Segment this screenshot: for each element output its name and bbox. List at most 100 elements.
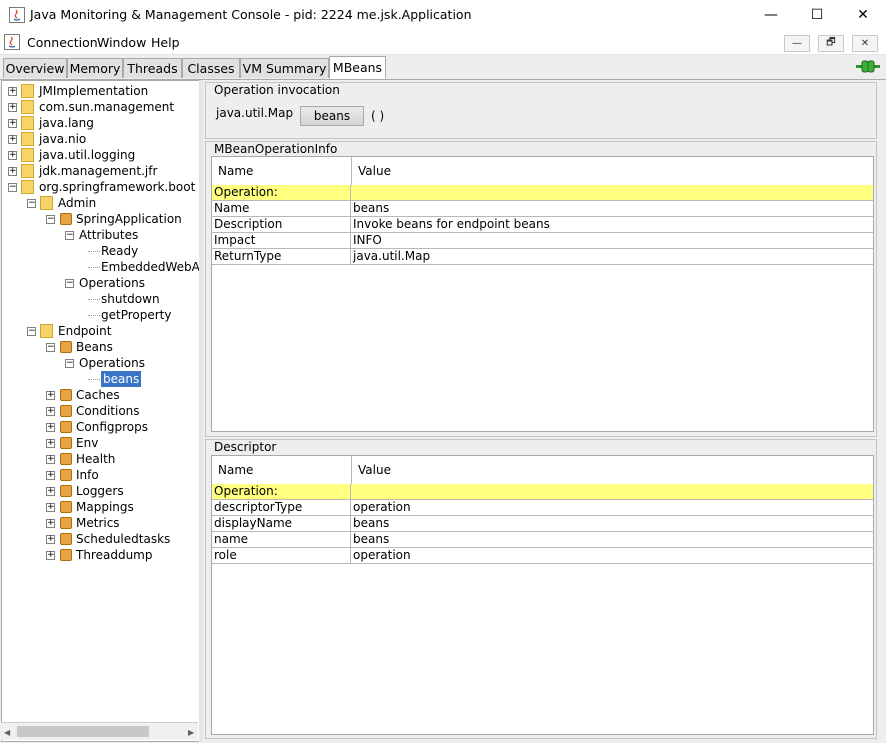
tree-node[interactable]: + Conditions — [2, 403, 199, 419]
table-row[interactable]: Description Invoke beans for endpoint bea… — [212, 217, 873, 233]
cell-value[interactable]: operation — [351, 548, 873, 564]
tree-node[interactable]: + java.nio — [2, 131, 199, 147]
cell-value[interactable] — [351, 185, 873, 201]
tree-node[interactable]: + Configprops — [2, 419, 199, 435]
maximize-button[interactable]: ☐ — [794, 0, 840, 30]
tree-node-label[interactable]: jdk.management.jfr — [39, 163, 157, 179]
tree-node-label[interactable]: Configprops — [76, 419, 148, 435]
tree-node-label[interactable]: Metrics — [76, 515, 120, 531]
tree-node-label[interactable]: getProperty — [101, 307, 171, 323]
cell-value[interactable]: beans — [351, 532, 873, 548]
tree-node-label[interactable]: Loggers — [76, 483, 124, 499]
tree-node[interactable]: + Loggers — [2, 483, 199, 499]
tree-node[interactable]: beans — [2, 371, 199, 387]
tree-node[interactable]: − org.springframework.boot — [2, 179, 199, 195]
table-row[interactable]: ReturnType java.util.Map — [212, 249, 873, 265]
mbean-operation-info-table[interactable]: Name Value Operation: Name beans Descriptio… — [211, 156, 874, 432]
expand-icon[interactable]: + — [8, 87, 17, 96]
expand-icon[interactable]: + — [46, 471, 55, 480]
tree-node[interactable]: shutdown — [2, 291, 199, 307]
tree-node[interactable]: getProperty — [2, 307, 199, 323]
collapse-icon[interactable]: − — [8, 183, 17, 192]
table-row[interactable]: role operation — [212, 548, 873, 564]
tree-node[interactable]: − Operations — [2, 355, 199, 371]
tree-node[interactable]: + com.sun.management — [2, 99, 199, 115]
tree-node[interactable]: + Info — [2, 467, 199, 483]
cell-value[interactable]: INFO — [351, 233, 873, 249]
column-header-value[interactable]: Value — [358, 164, 391, 178]
expand-icon[interactable]: + — [46, 439, 55, 448]
cell-name[interactable]: role — [212, 548, 351, 564]
tree-node-label[interactable]: Threaddump — [76, 547, 153, 563]
tree-node-label[interactable]: Attributes — [79, 227, 138, 243]
menu-help[interactable]: Help — [151, 35, 180, 50]
expand-icon[interactable]: + — [8, 151, 17, 160]
column-header-name[interactable]: Name — [218, 164, 253, 178]
tree-node-label[interactable]: java.lang — [39, 115, 94, 131]
menu-connection[interactable]: Connection — [27, 35, 98, 50]
tree-node-label[interactable]: Admin — [58, 195, 96, 211]
tree-node-label[interactable]: Health — [76, 451, 115, 467]
tree-node[interactable]: + jdk.management.jfr — [2, 163, 199, 179]
cell-name[interactable]: Operation: — [212, 484, 351, 500]
expand-icon[interactable]: + — [46, 407, 55, 416]
collapse-icon[interactable]: − — [27, 327, 36, 336]
cell-value[interactable]: beans — [351, 201, 873, 217]
tree-node-label[interactable]: com.sun.management — [39, 99, 174, 115]
scroll-right-icon[interactable]: ▶ — [188, 728, 194, 737]
table-row[interactable]: Operation: — [212, 185, 873, 201]
cell-value[interactable]: beans — [351, 516, 873, 532]
cell-value[interactable]: operation — [351, 500, 873, 516]
tree-node-label[interactable]: Env — [76, 435, 98, 451]
cell-name[interactable]: name — [212, 532, 351, 548]
tree-node-label[interactable]: Operations — [79, 355, 145, 371]
expand-icon[interactable]: + — [46, 391, 55, 400]
table-row[interactable]: Operation: — [212, 484, 873, 500]
cell-name[interactable]: Name — [212, 201, 351, 217]
invoke-beans-button[interactable]: beans — [300, 106, 364, 126]
collapse-icon[interactable]: − — [65, 231, 74, 240]
tree-node-label[interactable]: JMImplementation — [39, 83, 148, 99]
expand-icon[interactable]: + — [46, 519, 55, 528]
tree-node[interactable]: + Scheduledtasks — [2, 531, 199, 547]
cell-value[interactable] — [351, 484, 873, 500]
descriptor-table[interactable]: Name Value Operation: descriptorType opera… — [211, 455, 874, 735]
table-row[interactable]: displayName beans — [212, 516, 873, 532]
scrollbar-thumb[interactable] — [17, 726, 149, 737]
tab-classes[interactable]: Classes — [182, 58, 240, 78]
expand-icon[interactable]: + — [46, 487, 55, 496]
tab-vm-summary[interactable]: VM Summary — [240, 58, 329, 78]
internal-restore-button[interactable]: 🗗 — [818, 35, 844, 52]
tree-node-label[interactable]: EmbeddedWebAp — [101, 259, 199, 275]
tree-node-label[interactable]: Beans — [76, 339, 113, 355]
expand-icon[interactable]: + — [8, 103, 17, 112]
tree-node[interactable]: + Health — [2, 451, 199, 467]
cell-name[interactable]: Impact — [212, 233, 351, 249]
cell-value[interactable]: java.util.Map — [351, 249, 873, 265]
menu-window[interactable]: Window — [97, 35, 146, 50]
java-document-icon[interactable] — [4, 34, 20, 50]
scroll-left-icon[interactable]: ◀ — [4, 728, 10, 737]
tree-node[interactable]: + Mappings — [2, 499, 199, 515]
cell-name[interactable]: ReturnType — [212, 249, 351, 265]
tree-node-label[interactable]: java.util.logging — [39, 147, 135, 163]
pane-splitter[interactable] — [199, 80, 203, 742]
table-row[interactable]: name beans — [212, 532, 873, 548]
column-header-value[interactable]: Value — [358, 463, 391, 477]
expand-icon[interactable]: + — [8, 119, 17, 128]
tree-node-label[interactable]: org.springframework.boot — [39, 179, 195, 195]
expand-icon[interactable]: + — [46, 455, 55, 464]
table-row[interactable]: Impact INFO — [212, 233, 873, 249]
table-row[interactable]: Name beans — [212, 201, 873, 217]
tree-node-label[interactable]: SpringApplication — [76, 211, 182, 227]
tree-node[interactable]: + java.util.logging — [2, 147, 199, 163]
expand-icon[interactable]: + — [46, 503, 55, 512]
tab-overview[interactable]: Overview — [3, 58, 67, 78]
cell-name[interactable]: Description — [212, 217, 351, 233]
tree-node-label[interactable]: Scheduledtasks — [76, 531, 170, 547]
collapse-icon[interactable]: − — [65, 279, 74, 288]
minimize-button[interactable]: — — [748, 0, 794, 30]
tree-node-label[interactable]: beans — [101, 371, 142, 387]
tree-node-label[interactable]: Operations — [79, 275, 145, 291]
tree-horizontal-scrollbar[interactable]: ◀ ▶ — [1, 722, 198, 740]
